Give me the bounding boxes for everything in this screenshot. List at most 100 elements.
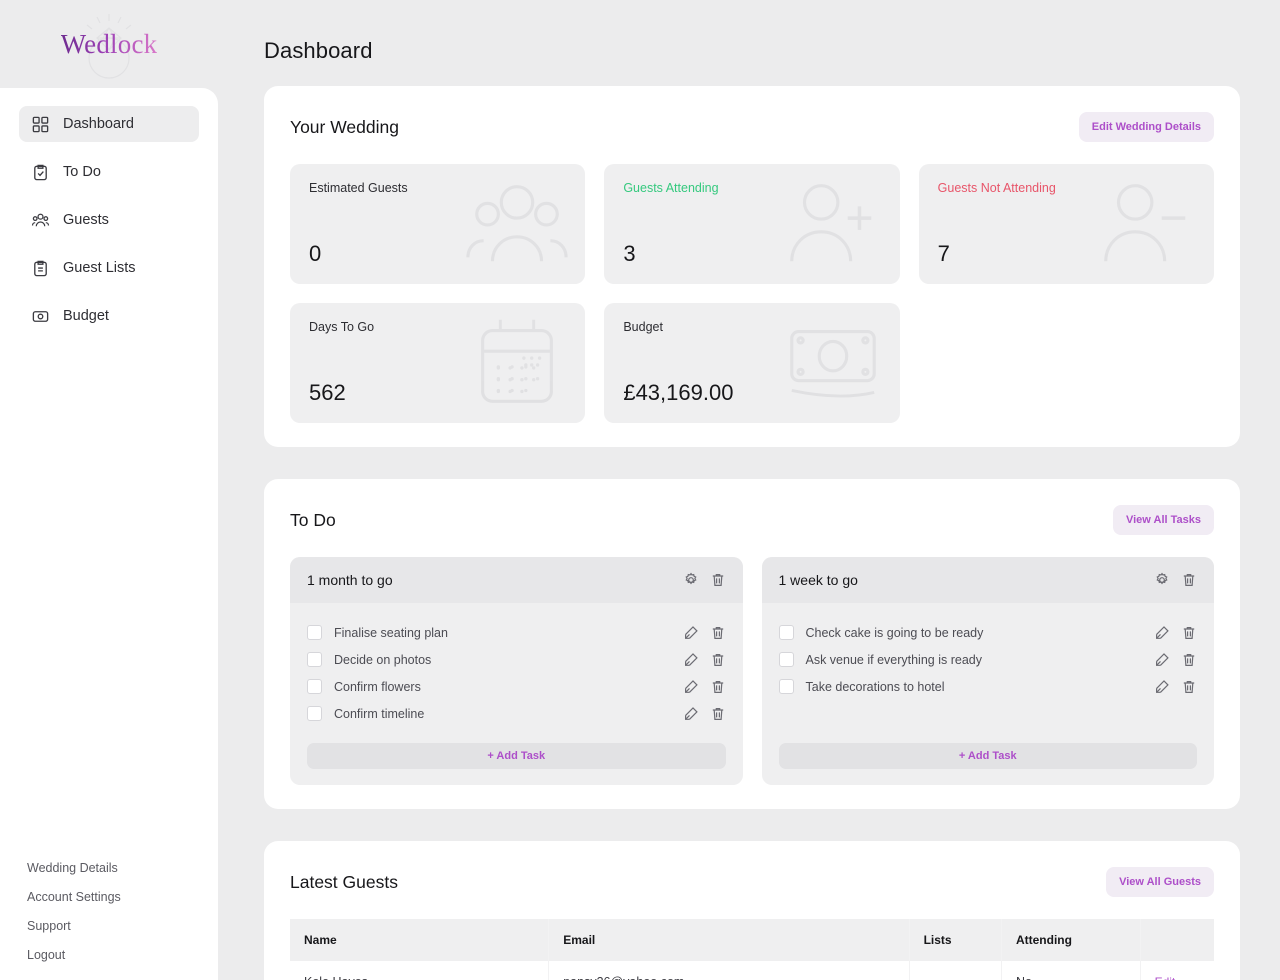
sidebar-item-budget[interactable]: Budget	[19, 298, 199, 334]
latest-guests-table: Name Email Lists Attending Kole Hayes pa…	[290, 919, 1214, 980]
task-row: Ask venue if everything is ready	[778, 646, 1198, 673]
add-task-button[interactable]: + Add Task	[307, 743, 726, 769]
trash-icon[interactable]	[1181, 652, 1197, 668]
edit-icon[interactable]	[1154, 625, 1170, 641]
add-task-button[interactable]: + Add Task	[778, 743, 1197, 769]
page-title: Dashboard	[264, 38, 373, 63]
guest-attending: No	[1000, 961, 1141, 980]
latest-guests-header: Latest Guests View All Guests	[290, 867, 1214, 897]
to-do-list-footer: + Add Task	[762, 733, 1215, 785]
stat-value: £43,169.00	[623, 380, 734, 405]
to-do-list-body: Finalise seating plan Decide on photos C…	[290, 603, 743, 733]
task-label: Take decorations to hotel	[805, 679, 945, 694]
task-checkbox[interactable]	[778, 652, 794, 667]
brand-logo[interactable]: Wedlock	[0, 0, 218, 88]
edit-icon[interactable]	[683, 706, 699, 722]
sidebar-item-label: Guests	[63, 212, 109, 228]
to-do-title: To Do	[290, 509, 336, 530]
column-header-attending: Attending	[1000, 919, 1141, 961]
sidebar-footer: Wedding Details Account Settings Support…	[0, 861, 218, 962]
stat-value: 0	[309, 241, 322, 266]
footer-link-support[interactable]: Support	[27, 919, 218, 933]
table-row: Kole Hayes pansy36@yahoo.com No Edit	[290, 961, 1214, 980]
to-do-lists-grid: 1 month to go Finalise seating plan Deci…	[290, 557, 1214, 785]
trash-icon[interactable]	[710, 625, 726, 641]
people-group-icon	[31, 211, 50, 230]
edit-icon[interactable]	[683, 679, 699, 695]
task-actions	[1154, 652, 1197, 668]
edit-guest-link[interactable]: Edit	[1155, 975, 1176, 980]
latest-guests-title: Latest Guests	[290, 871, 398, 892]
trash-icon[interactable]	[710, 706, 726, 722]
trash-icon[interactable]	[710, 652, 726, 668]
stat-label: Estimated Guests	[309, 181, 408, 195]
clipboard-list-icon	[31, 259, 50, 278]
main-content: Dashboard Your Wedding Edit Wedding Deta…	[218, 0, 1280, 980]
task-actions	[683, 652, 726, 668]
table-header-row: Name Email Lists Attending	[290, 919, 1214, 961]
task-row: Check cake is going to be ready	[778, 619, 1198, 646]
view-all-guests-button[interactable]: View All Guests	[1106, 867, 1214, 897]
task-actions	[683, 625, 726, 641]
view-all-tasks-button[interactable]: View All Tasks	[1112, 505, 1214, 535]
sidebar-item-to-do[interactable]: To Do	[19, 154, 199, 190]
to-do-list-header-actions	[1154, 572, 1197, 588]
to-do-list-header: 1 week to go	[761, 557, 1214, 603]
trash-icon[interactable]	[1181, 572, 1197, 588]
sidebar-item-guests[interactable]: Guests	[19, 202, 199, 238]
trash-icon[interactable]	[1181, 625, 1197, 641]
latest-guests-panel: Latest Guests View All Guests Name Email…	[264, 841, 1240, 980]
task-label: Check cake is going to be ready	[805, 625, 984, 640]
sidebar-item-guest-lists[interactable]: Guest Lists	[19, 250, 199, 286]
brand-name: Wedlock	[60, 28, 158, 59]
gear-icon[interactable]	[683, 572, 699, 588]
task-checkbox[interactable]	[778, 679, 794, 694]
trash-icon[interactable]	[710, 679, 726, 695]
edit-icon[interactable]	[683, 652, 699, 668]
gear-icon[interactable]	[1154, 572, 1170, 588]
to-do-list-header-actions	[683, 572, 726, 588]
task-checkbox[interactable]	[778, 625, 794, 640]
guest-email: pansy36@yahoo.com	[548, 961, 910, 980]
edit-icon[interactable]	[1154, 679, 1170, 695]
footer-link-account-settings[interactable]: Account Settings	[27, 890, 218, 904]
task-actions	[683, 679, 726, 695]
trash-icon[interactable]	[710, 572, 726, 588]
task-label: Confirm flowers	[334, 679, 421, 694]
footer-link-wedding-details[interactable]: Wedding Details	[27, 861, 218, 875]
your-wedding-panel: Your Wedding Edit Wedding Details Estima…	[264, 86, 1240, 447]
sidebar-item-dashboard[interactable]: Dashboard	[19, 106, 199, 142]
banknote-icon	[31, 307, 50, 326]
edit-icon[interactable]	[683, 625, 699, 641]
edit-icon[interactable]	[1154, 652, 1170, 668]
sidebar-item-label: Guest Lists	[63, 260, 136, 276]
to-do-list-card: 1 week to go Check cake is going to be r…	[761, 557, 1215, 785]
task-checkbox[interactable]	[307, 652, 322, 667]
guest-lists	[908, 961, 1002, 980]
stat-card-guests-not-attending: Guests Not Attending 7	[918, 164, 1214, 284]
task-actions	[683, 706, 726, 722]
task-checkbox[interactable]	[307, 625, 322, 640]
stat-value: 562	[309, 380, 346, 405]
column-header-name: Name	[304, 933, 337, 947]
sidebar-item-label: Dashboard	[63, 116, 134, 132]
stat-label: Guests Not Attending	[937, 181, 1056, 195]
clipboard-check-icon	[31, 163, 50, 182]
table-body: Kole Hayes pansy36@yahoo.com No Edit	[290, 961, 1214, 980]
edit-wedding-details-button[interactable]: Edit Wedding Details	[1078, 112, 1214, 142]
task-label: Ask venue if everything is ready	[805, 652, 982, 667]
to-do-list-body: Check cake is going to be ready Ask venu…	[762, 603, 1215, 733]
footer-link-logout[interactable]: Logout	[27, 948, 218, 962]
sidebar-item-label: Budget	[63, 308, 109, 324]
to-do-list-title: 1 month to go	[307, 572, 393, 588]
stat-card-days-to-go: Days To Go 562	[290, 303, 586, 423]
stat-card-guests-attending: Guests Attending 3	[604, 164, 900, 284]
task-row: Confirm timeline	[307, 700, 726, 727]
trash-icon[interactable]	[1181, 679, 1197, 695]
sidebar-item-label: To Do	[63, 164, 101, 180]
task-checkbox[interactable]	[307, 679, 322, 694]
task-checkbox[interactable]	[307, 706, 322, 721]
to-do-list-footer: + Add Task	[290, 733, 743, 785]
task-row: Finalise seating plan	[307, 619, 726, 646]
stat-label: Days To Go	[309, 320, 375, 334]
